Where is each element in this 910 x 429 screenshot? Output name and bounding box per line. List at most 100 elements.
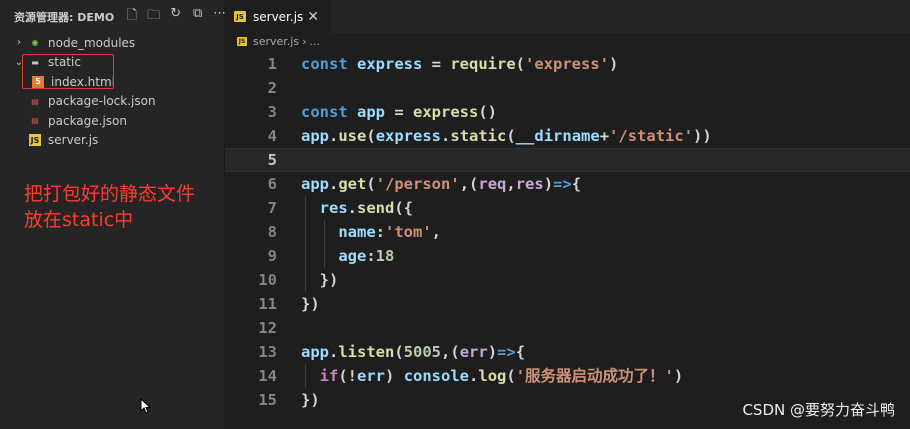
tree-item-label: node_modules (48, 35, 136, 50)
code-text: app.listen(5005,(err)=>{ (301, 340, 525, 364)
code-token: ,( (441, 343, 460, 361)
code-token: : (366, 247, 376, 265)
code-line[interactable]: 11}) (225, 292, 910, 316)
tree-item[interactable]: ▤ package.json (0, 111, 224, 131)
code-token: . (329, 127, 339, 145)
code-line[interactable]: 9 age:18 (225, 244, 910, 268)
code-area[interactable]: 1 const express = require('express') 2 3 con… (225, 52, 910, 412)
line-number: 2 (267, 79, 277, 97)
code-token: ( (506, 127, 516, 145)
code-token: app (301, 175, 329, 193)
code-token: => (497, 343, 516, 361)
code-token: res (515, 175, 544, 193)
tree-item[interactable]: › ◉ node_modules (0, 33, 224, 53)
code-token: () (478, 103, 497, 121)
tab-server-js[interactable]: JS server.js ✕ (225, 0, 331, 33)
new-file-icon[interactable]: 🗋 (124, 6, 139, 28)
code-token: err (357, 367, 386, 385)
code-line[interactable]: 1 const express = require('express') (225, 52, 910, 76)
code-line[interactable]: 2 (225, 76, 910, 100)
code-text: }) (301, 292, 320, 316)
code-line[interactable]: 13 app.listen(5005,(err)=>{ (225, 340, 910, 364)
code-token: if (319, 367, 339, 385)
code-line[interactable]: 6 app.get('/person',(req,res)=>{ (225, 172, 910, 196)
breadcrumb-more[interactable]: ... (310, 35, 321, 48)
line-number: 4 (267, 127, 277, 145)
json-icon: ▤ (31, 96, 39, 106)
tree-item-label: package.json (48, 113, 128, 128)
chevron-right-icon: › (17, 37, 21, 49)
code-token: ) (487, 343, 498, 361)
code-text: app.use(express.static(__dirname+'/stati… (301, 124, 712, 148)
code-token: send (357, 199, 395, 217)
code-token: ) (543, 175, 554, 193)
code-token: ( (366, 127, 376, 145)
code-token: )) (693, 127, 712, 145)
code-token: req (478, 175, 507, 193)
code-line[interactable]: 14 if(!err) console.log('服务器启动成功了！') (225, 364, 910, 388)
code-token: (! (338, 367, 358, 385)
code-token: }) (301, 271, 339, 289)
code-token: res (319, 199, 348, 217)
close-icon[interactable]: ✕ (307, 9, 319, 25)
editor: JS server.js ✕ JS server.js › ... 1 const… (225, 0, 910, 429)
tree-item[interactable]: ▤ package-lock.json (0, 92, 224, 112)
tree-item-label: server.js (48, 133, 99, 148)
code-token: }) (301, 391, 320, 409)
code-token: app (301, 127, 329, 145)
code-text: const app = express() (301, 100, 497, 124)
code-token: express (375, 127, 442, 145)
code-token: , (506, 175, 516, 193)
code-token: ) (609, 55, 619, 73)
code-token: = (422, 55, 451, 73)
tree-item[interactable]: JS server.js (0, 131, 224, 151)
code-token: ({ (394, 199, 414, 217)
code-token: { (515, 343, 526, 361)
annotation-line-2: 放在static中 (24, 209, 134, 231)
code-text: }) (301, 268, 339, 292)
tree-item-label: package-lock.json (48, 94, 156, 109)
collapse-all-icon[interactable]: ⧉ (190, 6, 205, 28)
line-number: 6 (267, 175, 277, 193)
breadcrumb-file[interactable]: server.js (253, 35, 299, 48)
code-token: static (450, 127, 507, 145)
explorer-title: 资源管理器: DEMO (14, 11, 115, 24)
line-number: 11 (258, 295, 277, 313)
watermark: CSDN @要努力奋斗鸭 (742, 401, 895, 419)
mouse-cursor-icon (140, 398, 151, 414)
code-line[interactable]: 8 name:'tom', (225, 220, 910, 244)
line-number: 3 (267, 103, 277, 121)
refresh-icon[interactable]: ↻ (168, 6, 183, 28)
code-token: get (338, 175, 367, 193)
js-file-icon: JS (237, 37, 247, 46)
code-token: + (599, 127, 610, 145)
line-number: 5 (267, 151, 277, 169)
code-line[interactable]: 10 }) (225, 268, 910, 292)
code-token: require (450, 55, 516, 73)
code-token: '/static' (609, 127, 694, 145)
explorer-header: 资源管理器: DEMO 🗋 🗀 ↻ ⧉ ⋯ (0, 0, 227, 34)
code-token: express (413, 103, 479, 121)
code-token: . (469, 367, 479, 385)
code-token: ( (366, 175, 376, 193)
code-line[interactable]: 3 const app = express() (225, 100, 910, 124)
line-number: 1 (267, 55, 277, 73)
explorer-actions: 🗋 🗀 ↻ ⧉ ⋯ (124, 6, 227, 28)
code-line[interactable]: 12 (225, 316, 910, 340)
line-number: 8 (267, 223, 277, 241)
code-text: name:'tom', (301, 220, 441, 244)
line-number: 15 (258, 391, 277, 409)
node-modules-icon: ◉ (31, 38, 39, 48)
code-token: ( (394, 343, 404, 361)
line-number: 12 (258, 319, 277, 337)
code-line[interactable]: 4 app.use(express.static(__dirname+'/stat… (225, 124, 910, 148)
new-folder-icon[interactable]: 🗀 (146, 6, 161, 28)
code-line[interactable]: 7 res.send({ (225, 196, 910, 220)
explorer-sidebar: 资源管理器: DEMO 🗋 🗀 ↻ ⧉ ⋯ › ◉ node_modules ⌄ ▬ st… (0, 0, 227, 429)
js-file-icon: JS (234, 11, 246, 22)
code-token: '/person' (375, 175, 460, 193)
code-line[interactable]: 5 (225, 148, 910, 172)
